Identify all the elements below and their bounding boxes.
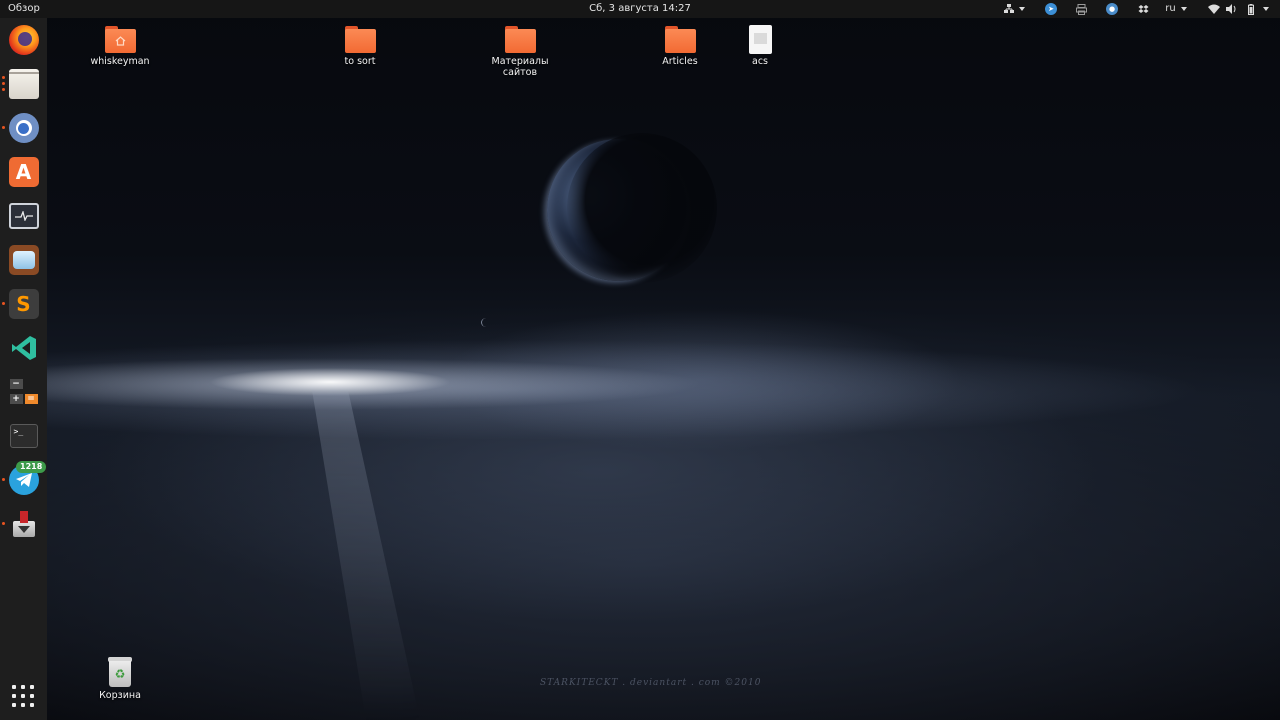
planet-shadow bbox=[567, 133, 717, 283]
activities-button[interactable]: Обзор bbox=[8, 0, 40, 18]
clock-container: Сб, 3 августа 14:27 bbox=[0, 0, 1280, 18]
dock-app-terminal[interactable]: >_ bbox=[0, 416, 47, 456]
dock-app-files[interactable] bbox=[0, 64, 47, 104]
dock-app-software[interactable]: A bbox=[0, 152, 47, 192]
desktop-icon-home-folder[interactable]: whiskeyman bbox=[82, 26, 158, 67]
transmission-icon bbox=[9, 509, 39, 539]
language-label: ru bbox=[1165, 3, 1176, 14]
sublime-text-icon: S bbox=[8, 289, 39, 319]
dropbox-icon[interactable] bbox=[1136, 0, 1150, 18]
dock-app-chromium[interactable] bbox=[0, 108, 47, 148]
desktop-icon-label: Материалы сайтов bbox=[491, 56, 549, 78]
language-indicator[interactable]: ru bbox=[1163, 0, 1189, 18]
chevron-down-icon bbox=[1180, 7, 1187, 11]
desktop-icon-acs[interactable]: acs bbox=[722, 25, 798, 67]
files-icon bbox=[8, 69, 39, 99]
running-indicator bbox=[2, 126, 5, 129]
document-icon bbox=[748, 25, 772, 54]
desktop-icon-label: acs bbox=[752, 56, 768, 67]
folder-icon bbox=[344, 26, 376, 53]
dock-app-remmina[interactable] bbox=[0, 240, 47, 280]
show-applications-button[interactable] bbox=[12, 685, 34, 707]
vscode-icon bbox=[9, 333, 39, 363]
wallpaper-watermark: STARKITECKT . deviantart . com ©2010 bbox=[540, 678, 762, 688]
chromium-icon bbox=[8, 113, 39, 143]
desktop-icon-label: Корзина bbox=[99, 690, 141, 701]
telegram-tray-icon[interactable]: ➤ bbox=[1043, 0, 1059, 18]
battery-icon[interactable] bbox=[1245, 0, 1257, 18]
running-indicator bbox=[2, 82, 5, 85]
clock-datetime[interactable]: Сб, 3 августа 14:27 bbox=[589, 3, 691, 14]
system-monitor-icon bbox=[8, 203, 39, 229]
remote-desktop-icon bbox=[8, 245, 39, 275]
network-manager-icon[interactable] bbox=[1001, 0, 1027, 18]
chevron-down-icon bbox=[1263, 7, 1269, 11]
terminal-icon: >_ bbox=[9, 424, 38, 448]
software-center-icon: A bbox=[8, 157, 39, 187]
wallpaper-moon bbox=[481, 318, 491, 327]
trash-icon: ♻ bbox=[108, 657, 132, 687]
dock: A S − + = >_ 1218 bbox=[0, 18, 47, 720]
chevron-down-icon bbox=[1018, 7, 1025, 11]
volume-icon[interactable] bbox=[1224, 0, 1238, 18]
dock-app-transmission[interactable] bbox=[0, 504, 47, 544]
desktop-icon-label: whiskeyman bbox=[90, 56, 150, 67]
folder-icon bbox=[504, 26, 536, 53]
folder-icon bbox=[664, 26, 696, 53]
desktop-icon-site-materials[interactable]: Материалы сайтов bbox=[482, 26, 558, 78]
telegram-unread-badge: 1218 bbox=[16, 461, 47, 473]
dock-app-firefox[interactable] bbox=[0, 20, 47, 60]
home-folder-icon bbox=[104, 26, 136, 53]
printer-icon[interactable] bbox=[1074, 0, 1088, 18]
chrome-tray-icon[interactable]: ● bbox=[1104, 0, 1120, 18]
dock-app-sublime-text[interactable]: S bbox=[0, 284, 47, 324]
top-bar: Обзор Сб, 3 августа 14:27 ➤ ● ru bbox=[0, 0, 1280, 18]
dock-app-system-monitor[interactable] bbox=[0, 196, 47, 236]
dock-app-vscode[interactable] bbox=[0, 328, 47, 368]
desktop-icon-label: to sort bbox=[344, 56, 376, 67]
running-indicator bbox=[2, 478, 5, 481]
running-indicator bbox=[2, 88, 5, 91]
desktop[interactable]: STARKITECKT . deviantart . com ©2010 Обз… bbox=[0, 0, 1280, 720]
running-indicator bbox=[2, 522, 5, 525]
running-indicator bbox=[2, 302, 5, 305]
firefox-icon bbox=[8, 25, 39, 55]
desktop-icon-trash[interactable]: ♻ Корзина bbox=[82, 657, 158, 701]
wallpaper-light-beam bbox=[312, 390, 420, 720]
wallpaper: STARKITECKT . deviantart . com ©2010 bbox=[0, 0, 1280, 720]
wallpaper-planet bbox=[547, 133, 717, 283]
system-menu-button[interactable] bbox=[1258, 0, 1274, 18]
calculator-icon: − + = bbox=[9, 377, 39, 407]
desktop-icon-to-sort[interactable]: to sort bbox=[322, 26, 398, 67]
running-indicator bbox=[2, 76, 5, 79]
desktop-icon-articles[interactable]: Articles bbox=[642, 26, 718, 67]
desktop-icon-label: Articles bbox=[662, 56, 698, 67]
wifi-icon[interactable] bbox=[1207, 0, 1221, 18]
dock-app-calculator[interactable]: − + = bbox=[0, 372, 47, 412]
